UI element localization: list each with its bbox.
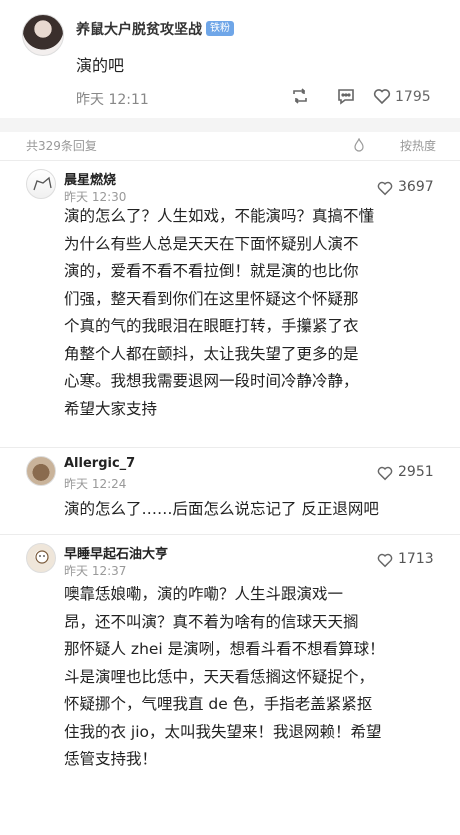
comment-line: 昂，还不叫演？真不着为啥有的信球天天搁 [64, 612, 359, 631]
comment-item: Allergic_7 昨天 12:24 2951 演的怎么了……后面怎么说忘记了… [0, 448, 460, 535]
comment-time: 昨天 12:24 [64, 477, 127, 491]
comment-line: 个真的气的我眼泪在眼眶打转，手攥紧了衣 [64, 317, 359, 335]
comment-line: 那怀疑人 zhei 是演咧，想看斗看不想看算球！ [64, 640, 385, 658]
comment-text: 噢靠恁娘嘞，演的咋嘞？人生斗跟演戏一 昂，还不叫演？真不着为啥有的信球天天搁 那… [64, 581, 436, 774]
comment-line: 为什么有些人总是天天在下面怀疑别人演不 [64, 234, 359, 253]
comment-line: 恁管支持我！ [64, 750, 158, 768]
commenter-avatar[interactable] [26, 169, 56, 199]
commenter-name[interactable]: Allergic_7 [64, 456, 135, 471]
comment-text: 演的怎么了？人生如戏，不能演吗？真搞不懂 为什么有些人总是天天在下面怀疑别人演不… [64, 203, 436, 423]
comment-like-count: 1713 [398, 551, 434, 567]
comments-header: 共329条回复 按热度 [0, 132, 460, 161]
sort-by-heat[interactable]: 按热度 [400, 137, 436, 154]
commenter-name[interactable]: 早睡早起石油大亨 [64, 543, 168, 562]
like-icon[interactable] [376, 551, 394, 569]
comment-item: 晨星燃烧 昨天 12:30 3697 演的怎么了？人生如戏，不能演吗？真搞不懂 … [0, 161, 460, 448]
comment-line: 演的怎么了？人生如戏，不能演吗？真搞不懂 [64, 207, 375, 225]
comment-line: 斗是演哩也比恁中，天天看恁搁这怀疑捉个， [64, 667, 375, 686]
comment-line: 希望大家支持 [64, 399, 158, 418]
comment-line: 心寒。我想我需要退网一段时间冷静冷静， [64, 372, 359, 390]
fan-badge: 铁粉 [206, 21, 234, 36]
comment-like-count: 2951 [398, 464, 434, 480]
comment-line: 角整个人都在颤抖，太让我失望了更多的是 [64, 344, 359, 363]
comment-line: 住我的衣 jio，太叫我失望来！我退网赖！希望 [64, 722, 382, 741]
comment-line: 演的怎么了……后面怎么说忘记了 反正退网吧 [64, 500, 379, 518]
comment-line: 演的，爱看不看不看拉倒！就是演的也比你 [64, 262, 359, 280]
comment-like-count: 3697 [398, 179, 434, 195]
post-time: 昨天 12:11 [76, 92, 149, 108]
comment-time: 昨天 12:37 [64, 564, 127, 578]
comment-line: 怀疑挪个，气哩我直 de 色，手指老盖紧紧抠 [64, 695, 373, 713]
commenter-avatar[interactable] [26, 456, 56, 486]
comment-text: 演的怎么了……后面怎么说忘记了 反正退网吧 [64, 496, 436, 524]
heat-icon[interactable] [353, 138, 365, 152]
section-separator [0, 118, 460, 132]
comment-line: 们强，整天看到你们在这里怀疑这个怀疑那 [64, 289, 359, 308]
like-icon[interactable] [372, 86, 392, 106]
commenter-avatar[interactable] [26, 543, 56, 573]
author-avatar[interactable] [22, 14, 64, 56]
post-author[interactable]: 养鼠大户脱贫攻坚战 [76, 19, 202, 39]
retweet-icon[interactable] [290, 86, 310, 106]
post-text: 演的吧 [76, 56, 125, 75]
commenter-name[interactable]: 晨星燃烧 [64, 169, 116, 188]
post-like-count: 1795 [395, 89, 431, 105]
main-post: 养鼠大户脱贫攻坚战 铁粉 演的吧 昨天 12:11 1795 [0, 0, 460, 118]
like-icon[interactable] [376, 464, 394, 482]
like-icon[interactable] [376, 179, 394, 197]
comment-item: 早睡早起石油大亨 昨天 12:37 1713 噢靠恁娘嘞，演的咋嘞？人生斗跟演戏… [0, 535, 460, 835]
comment-line: 噢靠恁娘嘞，演的咋嘞？人生斗跟演戏一 [64, 585, 344, 603]
comment-icon[interactable] [336, 86, 356, 106]
comment-total: 共329条回复 [26, 139, 97, 153]
